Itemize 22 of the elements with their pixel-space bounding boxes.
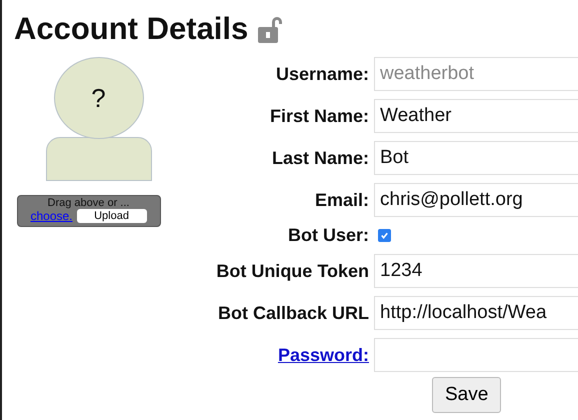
page-title: Account Details <box>14 11 248 47</box>
check-icon <box>380 231 389 240</box>
input-field[interactable] <box>374 338 578 372</box>
field-label: Last Name: <box>272 148 369 168</box>
password-link[interactable]: Password: <box>278 344 369 366</box>
save-button[interactable]: Save <box>432 377 502 413</box>
field-label: Username: <box>276 64 369 84</box>
field-label: Bot Callback URL <box>218 302 369 324</box>
input-field[interactable]: 1234 <box>374 254 578 288</box>
input-field[interactable]: Weather <box>374 99 578 133</box>
checkbox[interactable] <box>378 229 391 242</box>
avatar-head: ? <box>54 57 144 139</box>
input-field[interactable]: Bot <box>374 141 578 175</box>
input-field[interactable]: http://localhost/Wea <box>374 296 578 330</box>
field-label: Bot User: <box>288 225 369 246</box>
unlocked-padlock-icon <box>258 15 282 45</box>
upload-hint: Drag above or ... <box>48 197 130 209</box>
input-field[interactable]: chris@pollett.org <box>374 183 578 217</box>
field-label: Email: <box>314 190 369 210</box>
field-label: Bot Unique Token <box>216 260 369 282</box>
upload-button[interactable]: Upload <box>76 209 147 223</box>
field-label: First Name: <box>270 106 369 126</box>
